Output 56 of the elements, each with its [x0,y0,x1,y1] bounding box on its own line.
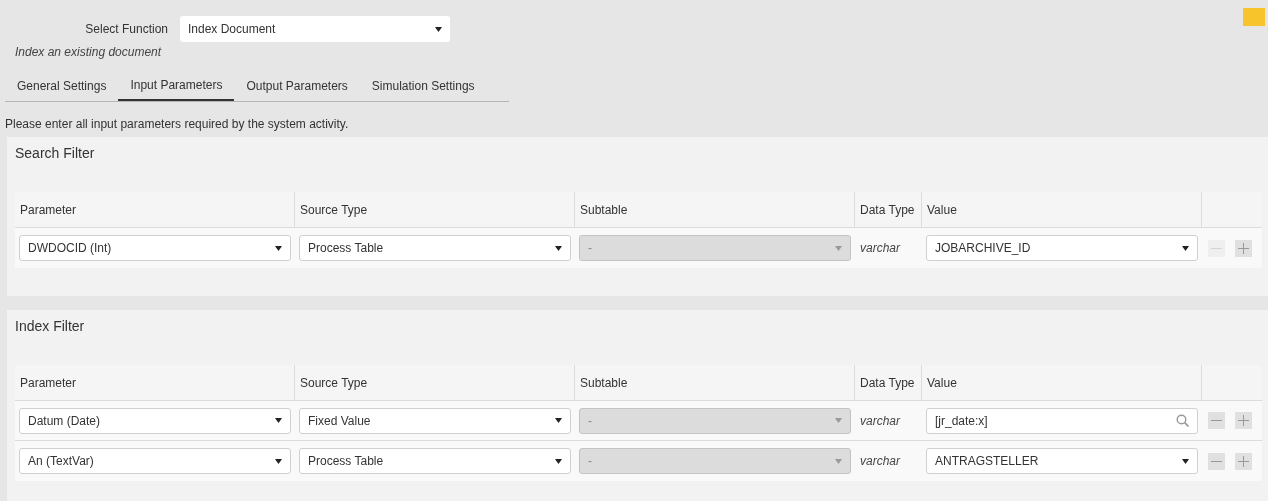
parameter-select[interactable]: Datum (Date) [19,407,291,434]
search-icon [1176,414,1189,427]
tab[interactable]: General Settings [5,71,119,101]
column-header: Data Type [855,365,922,400]
dropdown-arrow-icon [275,245,282,251]
dropdown-arrow-icon [835,418,842,423]
source-type-select[interactable]: Fixed Value [299,407,571,434]
source-type-select[interactable]: Process Table [299,448,571,474]
parameter-select[interactable]: An (TextVar) [19,448,291,474]
column-header: Source Type [295,365,575,400]
add-button[interactable] [1235,452,1252,470]
field-label: Select Function [84,21,168,38]
tab[interactable]: Output Parameters [234,71,360,101]
column-header: Subtable [575,192,855,227]
dropdown-arrow-icon [835,458,842,464]
data-type-text: varchar [859,240,902,257]
dropdown-arrow-icon [555,418,562,423]
column-header: Value [922,192,1202,227]
function-description: Index an existing document [15,44,163,61]
value-search-field[interactable]: [jr_date:x] [926,407,1198,434]
dropdown-arrow-icon [1182,245,1189,251]
dropdown-arrow-icon [555,245,562,251]
dropdown-arrow-icon [1182,458,1189,464]
add-button[interactable] [1235,412,1252,429]
column-header: Parameter [15,192,295,227]
remove-button[interactable] [1208,412,1225,429]
value-select[interactable]: JOBARCHIVE_ID [926,235,1198,261]
source-type-select[interactable]: Process Table [299,235,571,261]
intro-text: Please enter all input parameters required by the system activity. [5,116,350,133]
tab[interactable]: Simulation Settings [359,71,487,101]
section-title: Index Filter [14,317,86,336]
add-button[interactable] [1235,239,1252,257]
dropdown-arrow-icon [555,458,562,464]
dropdown-arrow-icon [275,418,282,423]
plus-icon [1238,415,1249,426]
data-type-text: varchar [859,412,902,430]
column-header: Value [922,365,1202,400]
plus-icon [1238,455,1249,467]
logo-icon [1243,8,1265,26]
remove-button[interactable] [1208,452,1225,470]
minus-icon [1211,420,1222,421]
minus-icon [1211,460,1222,462]
value-select[interactable]: ANTRAGSTELLER [926,448,1198,474]
dropdown-arrow-icon [435,26,442,32]
column-header: Source Type [295,192,575,227]
function-select[interactable]: Index Document [180,16,450,42]
data-type-text: varchar [859,453,902,470]
column-header: Data Type [855,192,922,227]
dropdown-arrow-icon [835,245,842,251]
tab[interactable]: Input Parameters [118,71,235,101]
column-header: Subtable [575,365,855,400]
parameter-select[interactable]: DWDOCID (Int) [19,235,291,261]
column-header: Parameter [15,365,295,400]
plus-icon [1238,242,1249,254]
dropdown-arrow-icon [275,458,282,464]
section-title: Search Filter [14,144,96,163]
